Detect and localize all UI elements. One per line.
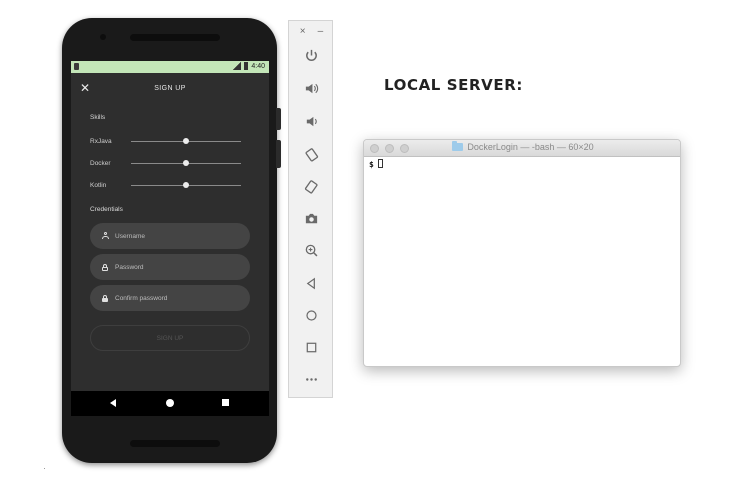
top-speaker [130, 34, 220, 41]
status-right: 4:40 [233, 62, 265, 70]
notification-icon [74, 63, 79, 70]
username-field[interactable]: Username [90, 223, 250, 249]
skill-slider-thumb-docker[interactable] [183, 160, 189, 166]
power-icon[interactable] [289, 44, 334, 66]
terminal-title: DockerLogin — -bash — 60×20 [364, 141, 680, 152]
rotate-left-icon[interactable] [289, 143, 334, 165]
volume-down-icon[interactable] [289, 110, 334, 132]
password-placeholder: Password [115, 263, 144, 271]
more-icon[interactable] [289, 368, 334, 390]
status-time: 4:40 [251, 62, 265, 70]
page-title: SIGN UP [154, 85, 186, 92]
toolbar-close-icon[interactable]: × [300, 26, 306, 37]
skill-label-rxjava: RxJava [90, 138, 112, 145]
emulator-toolbar: × – [288, 20, 333, 398]
signup-button[interactable]: SIGN UP [90, 325, 250, 351]
signal-icon [233, 62, 242, 70]
bottom-speaker [130, 440, 220, 447]
power-side-button[interactable] [276, 108, 281, 130]
lock-icon [99, 263, 111, 271]
back-icon[interactable] [289, 272, 334, 294]
credentials-label: Credentials [90, 206, 123, 213]
toolbar-minimize-icon[interactable]: – [318, 26, 324, 37]
skills-label: Skills [90, 114, 106, 121]
volume-up-icon[interactable] [289, 77, 334, 99]
terminal-window[interactable]: DockerLogin — -bash — 60×20 $ [363, 139, 681, 367]
home-icon[interactable] [289, 304, 334, 326]
zoom-icon[interactable] [289, 239, 334, 261]
password-field[interactable]: Password [90, 254, 250, 280]
front-camera [100, 34, 106, 40]
confirm-password-field[interactable]: Confirm password [90, 285, 250, 311]
username-placeholder: Username [115, 232, 145, 240]
terminal-titlebar[interactable]: DockerLogin — -bash — 60×20 [364, 140, 680, 157]
skill-slider-thumb-rxjava[interactable] [183, 138, 189, 144]
stray-dot [44, 468, 45, 469]
skill-label-kotlin: Kotlin [90, 182, 107, 189]
overview-icon[interactable] [289, 336, 334, 358]
local-server-heading: LOCAL SERVER: [384, 76, 523, 94]
shell-prompt: $ [369, 160, 374, 169]
folder-icon [452, 141, 464, 151]
user-icon [99, 232, 111, 240]
volume-side-button[interactable] [276, 140, 281, 168]
camera-icon[interactable] [289, 207, 334, 229]
phone-screen: 4:40 ✕ SIGN UP Skills RxJava Docker Kotl… [71, 61, 269, 416]
nav-back-icon[interactable] [110, 399, 116, 407]
nav-recents-icon[interactable] [222, 399, 229, 406]
status-bar: 4:40 [71, 61, 269, 73]
android-nav-bar [71, 391, 269, 416]
battery-icon [244, 62, 249, 70]
terminal-title-text: DockerLogin — -bash — 60×20 [467, 142, 594, 152]
confirm-password-placeholder: Confirm password [115, 294, 168, 302]
terminal-cursor [378, 159, 383, 168]
toolbar-window-controls: × – [289, 26, 334, 37]
rotate-right-icon[interactable] [289, 175, 334, 197]
lock-icon [99, 294, 111, 302]
nav-home-icon[interactable] [166, 399, 174, 407]
skill-label-docker: Docker [90, 160, 111, 167]
skill-slider-thumb-kotlin[interactable] [183, 182, 189, 188]
